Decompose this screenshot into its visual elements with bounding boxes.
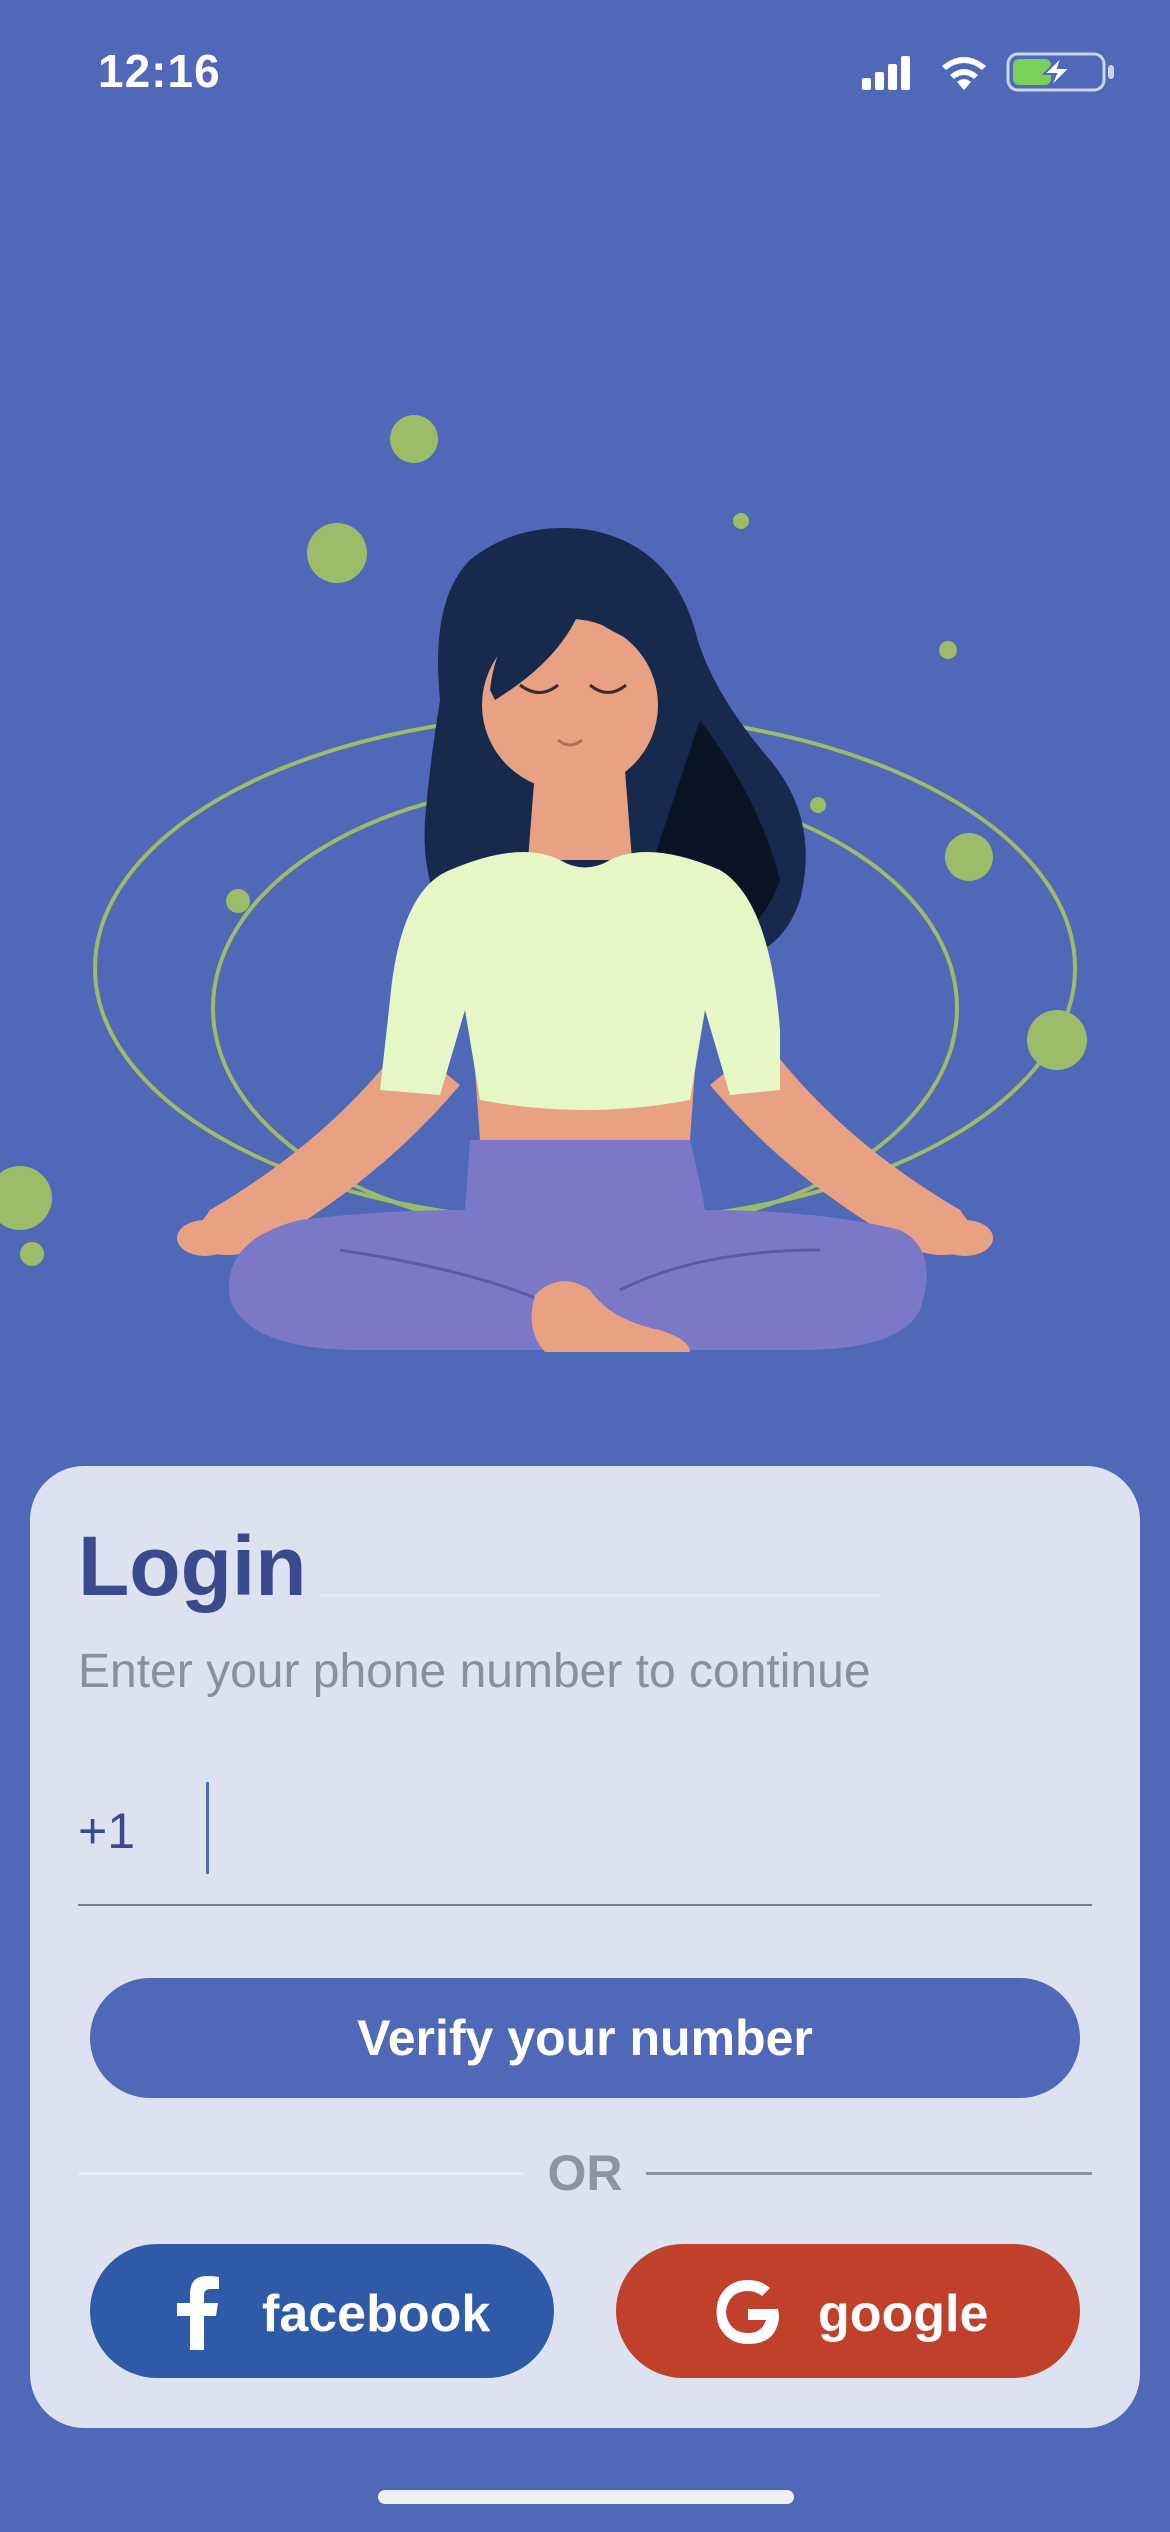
status-bar: 12:16 [0,0,1170,140]
facebook-login-button[interactable]: facebook [90,2244,554,2378]
phone-underline [78,1904,1092,1906]
or-label: OR [547,2145,623,2201]
phone-input[interactable] [220,1786,1084,1872]
cellular-signal-icon [862,56,910,90]
or-line-left [78,2172,524,2175]
login-subtitle: Enter your phone number to continue [78,1645,871,1698]
or-line-right [646,2172,1092,2175]
login-title: Login [78,1519,307,1613]
facebook-icon [177,2276,219,2350]
title-divider [320,1594,880,1597]
meditation-illustration [0,300,1170,1400]
wifi-icon [942,57,986,90]
google-label: google [818,2285,989,2343]
status-time: 12:16 [98,45,221,97]
battery-charging-icon [1006,52,1114,92]
home-indicator[interactable] [378,2490,794,2504]
phone-number-field[interactable]: +1 [78,1766,1092,1906]
login-card: Login Enter your phone number to continu… [30,1466,1140,2428]
or-divider: OR [78,2136,1092,2206]
country-code[interactable]: +1 [78,1802,135,1860]
text-cursor [206,1782,209,1874]
google-login-button[interactable]: google [616,2244,1080,2378]
google-icon [716,2280,779,2344]
facebook-label: facebook [262,2285,491,2343]
verify-number-button[interactable]: Verify your number [90,1978,1080,2098]
